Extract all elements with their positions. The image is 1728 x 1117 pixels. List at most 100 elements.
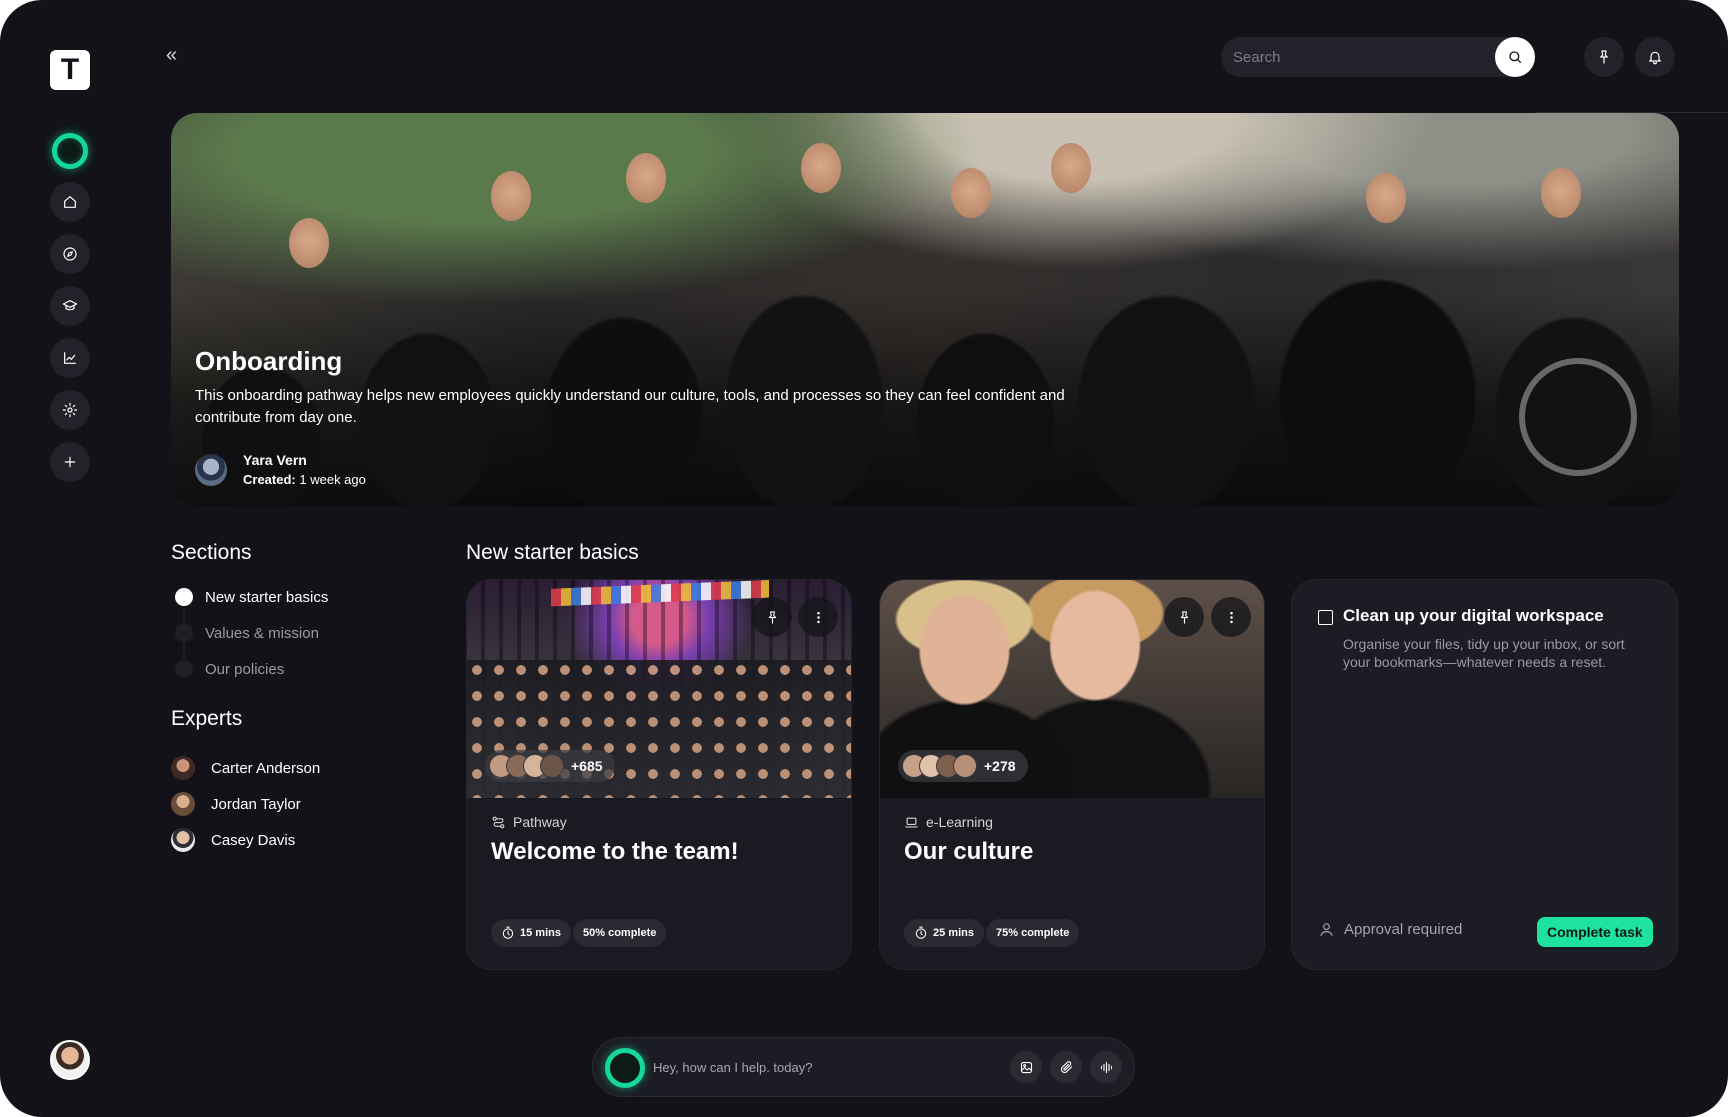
section-item-new-starter-basics[interactable]: New starter basics (175, 585, 328, 609)
image-upload-button[interactable] (1010, 1051, 1042, 1083)
participant-avatar (540, 754, 564, 778)
approval-label: Approval required (1344, 921, 1463, 938)
hero-title: Onboarding (195, 346, 343, 376)
progress-chip: 50% complete (573, 919, 667, 947)
participants-count: +685 (571, 758, 603, 774)
created-meta: Created: 1 week ago (243, 472, 366, 487)
ai-prompt-bar (592, 1037, 1135, 1097)
expert-item[interactable]: Casey Davis (171, 826, 295, 854)
participants-group[interactable]: +278 (898, 750, 1028, 782)
participant-avatar (953, 754, 977, 778)
graduation-cap-icon (62, 300, 78, 311)
section-dot (175, 624, 193, 642)
task-card[interactable]: Clean up your digital workspace Organise… (1291, 579, 1678, 970)
card-title: Our culture (904, 838, 1034, 865)
pin-icon (768, 610, 776, 624)
author-avatar (195, 454, 227, 486)
hero-banner[interactable]: Onboarding This onboarding pathway helps… (171, 113, 1679, 506)
app-window: T « Search Onboarding This onboarding pa… (0, 0, 1728, 1117)
card-type-label: e-Learning (926, 814, 993, 830)
more-options-button[interactable] (798, 597, 838, 637)
sections-heading: Sections (171, 541, 252, 564)
pin-icon (1180, 610, 1188, 624)
expert-avatar (171, 756, 195, 780)
hero-description: This onboarding pathway helps new employ… (195, 387, 1065, 426)
search-icon (1509, 51, 1521, 63)
app-logo[interactable]: T (50, 50, 90, 90)
duration-label: 15 mins (520, 927, 561, 939)
task-checkbox[interactable] (1318, 610, 1333, 625)
expert-name: Casey Davis (211, 831, 296, 849)
duration-chip: 15 mins (491, 919, 571, 947)
content-card-elearning[interactable]: +278 e-Learning Our culture 25 mins 75% … (879, 579, 1265, 970)
left-rail: T (0, 0, 140, 1117)
rail-home-button[interactable] (50, 182, 90, 222)
search-bar (1221, 37, 1535, 77)
expert-item[interactable]: Carter Anderson (171, 754, 320, 782)
participants-count: +278 (984, 758, 1016, 774)
waveform-icon (1100, 1061, 1112, 1073)
section-active-dot (175, 588, 193, 606)
task-description: Organise your files, tidy up your inbox,… (1343, 636, 1625, 670)
card-type-label: Pathway (513, 814, 567, 830)
hero-photo-face (1541, 168, 1581, 218)
timer-icon (502, 926, 514, 939)
main-heading: New starter basics (466, 541, 639, 564)
pathway-icon (492, 816, 505, 828)
section-dot (175, 660, 193, 678)
complete-task-button[interactable]: Complete task (1537, 917, 1653, 947)
collapse-sidebar-button[interactable]: « (166, 44, 177, 67)
expert-item[interactable]: Jordan Taylor (171, 790, 301, 818)
ai-assistant-icon[interactable] (52, 133, 88, 169)
attach-file-button[interactable] (1050, 1051, 1082, 1083)
participants-group[interactable]: +685 (485, 750, 615, 782)
hero-photo-face (1051, 143, 1091, 193)
paperclip-icon (1060, 1060, 1072, 1073)
task-title: Clean up your digital workspace (1343, 606, 1604, 625)
section-item-label: Our policies (205, 660, 285, 678)
plus-icon (64, 456, 76, 468)
card-type: Pathway (491, 814, 567, 830)
pin-button[interactable] (1164, 597, 1204, 637)
progress-label: 75% complete (996, 927, 1070, 939)
rail-learning-button[interactable] (50, 286, 90, 326)
voice-input-button[interactable] (1090, 1051, 1122, 1083)
card-type: e-Learning (904, 814, 993, 830)
search-input[interactable] (1233, 37, 1473, 77)
pin-button[interactable] (752, 597, 792, 637)
pin-icon (1600, 50, 1608, 64)
hero-photo-face (289, 218, 329, 268)
home-icon (64, 196, 76, 208)
card-photo-banner (551, 580, 769, 607)
hero-photo-face (626, 153, 666, 203)
ai-assistant-icon (605, 1048, 645, 1088)
rail-explore-button[interactable] (50, 234, 90, 274)
hero-photo-face (491, 171, 531, 221)
image-icon (1020, 1061, 1032, 1073)
chart-icon (64, 352, 76, 364)
created-value: 1 week ago (299, 472, 366, 487)
pinned-button[interactable] (1584, 37, 1624, 77)
rail-analytics-button[interactable] (50, 338, 90, 378)
gear-icon (62, 402, 78, 418)
card-title: Welcome to the team! (491, 838, 739, 865)
expert-name: Carter Anderson (211, 759, 321, 777)
section-item-label: New starter basics (205, 588, 329, 606)
content-card-pathway[interactable]: +685 Pathway Welcome to the team! 15 min… (466, 579, 852, 970)
section-item-label: Values & mission (205, 624, 319, 642)
user-avatar[interactable] (50, 1040, 90, 1080)
hero-photo-face (801, 143, 841, 193)
rail-add-button[interactable] (50, 442, 90, 482)
ai-prompt-input[interactable] (653, 1038, 953, 1096)
search-button[interactable] (1495, 37, 1535, 77)
notifications-button[interactable] (1635, 37, 1675, 77)
created-label: Created: (243, 472, 296, 487)
section-item-our-policies[interactable]: Our policies (175, 657, 284, 681)
bell-icon (1649, 51, 1661, 65)
section-item-values-mission[interactable]: Values & mission (175, 621, 319, 645)
more-vertical-icon (816, 611, 820, 623)
rail-settings-button[interactable] (50, 390, 90, 430)
timer-icon (915, 926, 927, 939)
compass-icon (63, 247, 77, 261)
more-options-button[interactable] (1211, 597, 1251, 637)
